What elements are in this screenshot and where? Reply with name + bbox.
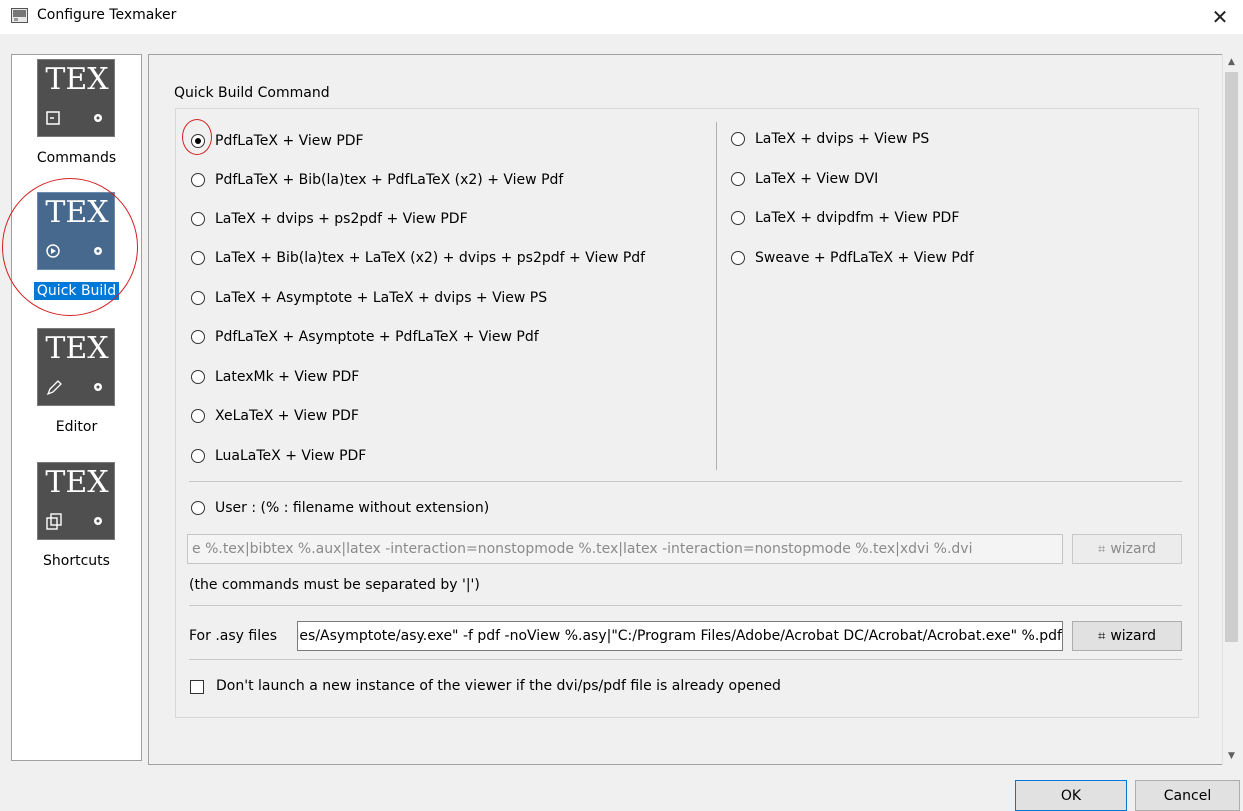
column-divider [716, 122, 717, 470]
sidebar-item-label: Shortcuts [43, 553, 110, 569]
radio-pdflatex-bib-view-pdf[interactable]: PdfLaTeX + Bib(la)tex + PdfLaTeX (x2) + … [191, 169, 563, 191]
sidebar-item-editor[interactable]: TEX Editor [12, 328, 141, 443]
user-wizard-button[interactable]: ⌗ wizard [1072, 534, 1182, 564]
wizard-icon: ⌗ [1098, 628, 1106, 644]
asy-files-label: For .asy files [189, 628, 277, 644]
sidebar-item-shortcuts[interactable]: TEX Shortcuts [12, 462, 141, 577]
annotation-circle-radio [182, 119, 212, 155]
radio-pdflatex-asymptote[interactable]: PdfLaTeX + Asymptote + PdfLaTeX + View P… [191, 326, 539, 348]
texmaker-app-icon [11, 8, 28, 23]
radio-latexmk[interactable]: LatexMk + View PDF [191, 366, 359, 388]
radio-latex-dvipdfm[interactable]: LaTeX + dvipdfm + View PDF [731, 207, 959, 229]
radio-latex-view-dvi[interactable]: LaTeX + View DVI [731, 168, 878, 190]
radio-latex-dvips-view-ps[interactable]: LaTeX + dvips + View PS [731, 128, 929, 150]
annotation-circle-quick-build [2, 178, 138, 316]
separator [189, 481, 1182, 482]
vertical-scrollbar[interactable]: ▲ ▼ [1222, 54, 1240, 765]
title-bar: Configure Texmaker ✕ [0, 0, 1243, 34]
wizard-icon: ⌗ [1098, 541, 1106, 557]
scroll-down-arrow-icon[interactable]: ▼ [1223, 748, 1240, 765]
viewer-instance-label: Don't launch a new instance of the viewe… [216, 678, 781, 694]
radio-sweave-pdflatex[interactable]: Sweave + PdfLaTeX + View Pdf [731, 247, 974, 269]
radio-latex-asymptote-dvips[interactable]: LaTeX + Asymptote + LaTeX + dvips + View… [191, 287, 547, 309]
close-icon[interactable]: ✕ [1205, 2, 1235, 32]
radio-latex-dvips-ps2pdf[interactable]: LaTeX + dvips + ps2pdf + View PDF [191, 208, 468, 230]
scroll-thumb[interactable] [1225, 72, 1238, 642]
separator-note: (the commands must be separated by '|') [189, 577, 480, 593]
settings-sidebar: TEX Commands TEX Quick Build TEX Editor … [11, 54, 142, 761]
radio-pdflatex-view-pdf[interactable]: PdfLaTeX + View PDF [191, 130, 364, 152]
ok-button[interactable]: OK [1015, 780, 1127, 811]
cancel-button[interactable]: Cancel [1135, 780, 1240, 811]
shortcut-settings-icon: TEX [37, 462, 115, 540]
terminal-settings-icon: TEX [37, 59, 115, 137]
separator [189, 605, 1182, 606]
sidebar-item-commands[interactable]: TEX Commands [12, 59, 141, 174]
sidebar-item-label: Commands [36, 150, 117, 166]
asy-wizard-button[interactable]: ⌗ wizard [1072, 621, 1182, 651]
radio-latex-bib-dvips-ps2pdf[interactable]: LaTeX + Bib(la)tex + LaTeX (x2) + dvips … [191, 247, 645, 269]
viewer-instance-checkbox[interactable] [190, 680, 204, 694]
pencil-settings-icon: TEX [37, 328, 115, 406]
scroll-up-arrow-icon[interactable]: ▲ [1223, 54, 1240, 71]
separator [189, 659, 1182, 660]
sidebar-item-label: Editor [55, 419, 98, 435]
radio-user-command[interactable]: User : (% : filename without extension) [191, 497, 489, 519]
user-command-input[interactable]: e %.tex|bibtex %.aux|latex -interaction=… [187, 534, 1063, 564]
window-title: Configure Texmaker [37, 7, 177, 23]
radio-xelatex[interactable]: XeLaTeX + View PDF [191, 405, 359, 427]
quick-build-group-title: Quick Build Command [174, 85, 330, 101]
asy-command-input[interactable]: "C:/Program Files/Asymptote/asy.exe" -f … [297, 621, 1063, 651]
radio-lualatex[interactable]: LuaLaTeX + View PDF [191, 445, 366, 467]
